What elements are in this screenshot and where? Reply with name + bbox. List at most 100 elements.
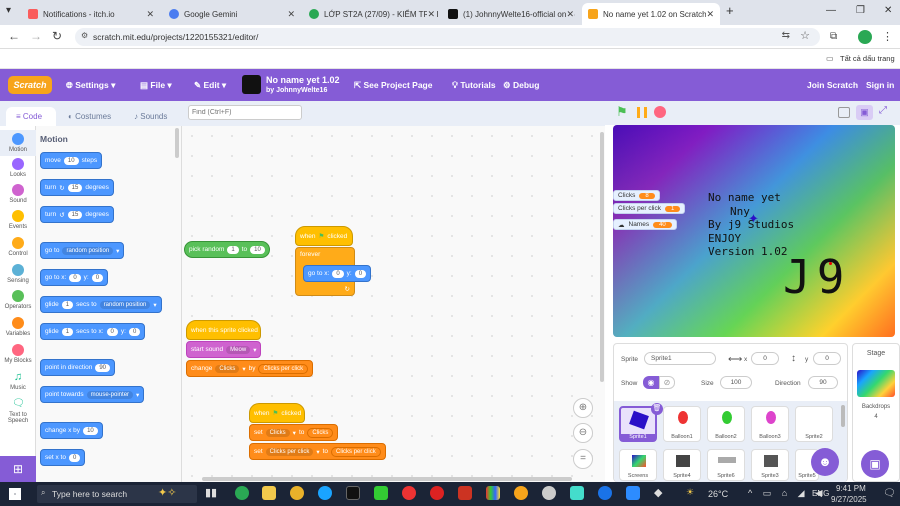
stage-canvas[interactable]: Clicks 8 Clicks per click 1 ☁ Names 40 No na…	[613, 125, 895, 337]
taskbar-chrome-icon[interactable]	[290, 486, 304, 500]
change-x-block[interactable]: change x by 10	[40, 422, 103, 439]
category-variables[interactable]: Variables	[0, 317, 36, 337]
all-bookmarks-link[interactable]: Tất cả dấu trang	[840, 54, 895, 63]
taskbar-app-white-icon[interactable]: ◆	[654, 486, 668, 500]
sprite-thumb-sprite2[interactable]: Sprite2	[795, 406, 833, 442]
clock-time[interactable]: 9:41 PM	[836, 484, 866, 493]
category-my-blocks[interactable]: My Blocks	[0, 344, 36, 364]
turn-right-block[interactable]: turn ↻ 15 degrees	[40, 179, 114, 196]
sprite-name-input[interactable]: Sprite1	[644, 352, 716, 365]
taskbar-app-yellow-icon[interactable]	[514, 486, 528, 500]
sprite-thumb-sprite6[interactable]: Sprite6	[707, 449, 745, 481]
glide-to-block[interactable]: glide 1 secs to random position ▾	[40, 296, 162, 313]
opera-icon[interactable]	[430, 486, 444, 500]
sprite-thumb-sprite1[interactable]: Sprite1 🗑︎	[619, 403, 663, 442]
set-x-block[interactable]: set x to 0	[40, 449, 86, 466]
taskbar-app-teal-icon[interactable]	[570, 486, 584, 500]
zoom-out-button[interactable]: ⊖	[573, 423, 593, 443]
project-author[interactable]: by JohnnyWelte16	[266, 87, 327, 94]
show-sprite-eye-icon[interactable]: ◉	[643, 376, 659, 389]
back-icon[interactable]: ←	[8, 29, 20, 43]
browser-tab-classroom[interactable]: LỚP ST2A (27/09) - KIỂM TRA I ✕	[303, 3, 441, 25]
browser-tab-github[interactable]: (1) JohnnyWelte16-official on G ✕	[442, 3, 580, 25]
taskbar-app-blue-icon[interactable]	[626, 486, 640, 500]
choose-backdrop-button[interactable]: ▣	[861, 450, 889, 478]
sign-in-link[interactable]: Sign in	[866, 69, 894, 101]
reload-icon[interactable]: ↻	[52, 29, 62, 43]
sprite-thumb-balloon2[interactable]: Balloon2	[707, 406, 745, 442]
taskbar-app-orange-icon[interactable]	[458, 486, 472, 500]
browser-menu-icon[interactable]: ⋮	[882, 30, 893, 43]
close-icon[interactable]: ✕	[566, 8, 574, 20]
tab-costumes[interactable]: ◐ Costumes	[58, 107, 124, 126]
forward-icon[interactable]: →	[30, 29, 42, 43]
small-stage-icon[interactable]	[838, 107, 850, 118]
when-flag-clicked-hat[interactable]: when ⚑ clicked	[295, 226, 353, 246]
minimize-icon[interactable]: —	[826, 5, 836, 16]
close-icon[interactable]: ✕	[427, 8, 435, 20]
sprite-thumb-balloon3[interactable]: Balloon3	[751, 406, 789, 442]
category-music[interactable]: ♫ Music	[0, 371, 36, 391]
turn-left-block[interactable]: turn ↺ 15 degrees	[40, 206, 114, 223]
debug-button[interactable]: ⚙ Debug	[503, 69, 539, 101]
start-sound-block[interactable]: start sound Meow ▾	[186, 341, 262, 358]
task-view-icon[interactable]: ▮▮	[205, 486, 219, 500]
close-icon[interactable]: ✕	[706, 8, 714, 20]
file-menu[interactable]: ▤ File ▾	[140, 69, 172, 101]
join-scratch-link[interactable]: Join Scratch	[807, 69, 858, 101]
sprite-thumb-screens[interactable]: Screens	[619, 449, 657, 481]
tab-sounds[interactable]: ♪ Sounds	[124, 107, 182, 126]
monitor-clicks[interactable]: Clicks 8	[613, 190, 660, 201]
zalo-icon[interactable]	[598, 486, 612, 500]
sprite-thumb-balloon1[interactable]: Balloon1	[663, 406, 701, 442]
browser-tab-scratch[interactable]: No name yet 1.02 on Scratch ✕	[582, 3, 720, 25]
sprite-thumb-sprite4[interactable]: Sprite4	[663, 449, 701, 481]
go-to-xy-block[interactable]: go to x: 0 y: 0	[40, 269, 109, 286]
taskbar-app-red-icon[interactable]	[402, 486, 416, 500]
delete-sprite-icon[interactable]: 🗑︎	[651, 403, 663, 415]
add-extension-button[interactable]: ⊞	[0, 456, 36, 482]
translate-icon[interactable]: ⇆	[782, 30, 790, 41]
taskbar-chrome-profile-icon[interactable]	[318, 486, 332, 500]
palette-scrollbar[interactable]	[175, 128, 179, 158]
scratch-logo[interactable]: Scratch	[8, 76, 52, 94]
monitor-clicks-per-click[interactable]: Clicks per click 1	[613, 203, 686, 214]
large-stage-icon[interactable]: ▣	[856, 105, 873, 120]
zoom-in-button[interactable]: ⊕	[573, 398, 593, 418]
taskbar-app-grid-icon[interactable]	[486, 486, 500, 500]
set-clicks-per-click-block[interactable]: set Clicks per click ▾ to Clicks per click	[249, 443, 386, 460]
workspace-vertical-scrollbar[interactable]	[600, 132, 604, 382]
terminal-icon[interactable]	[346, 486, 360, 500]
weather-temp[interactable]: 26°C	[708, 489, 728, 499]
settings-menu[interactable]: 🌐︎ Settings ▾	[66, 69, 115, 101]
pause-icon[interactable]	[637, 107, 647, 118]
extensions-icon[interactable]: ⧉	[830, 31, 837, 42]
close-icon[interactable]: ✕	[287, 9, 295, 20]
tab-menu-icon[interactable]: ▾	[6, 5, 11, 16]
monitor-names[interactable]: ☁ Names 40	[613, 219, 677, 230]
language-indicator[interactable]: ENG	[812, 489, 829, 498]
stop-icon[interactable]	[654, 106, 666, 118]
tab-code[interactable]: ≡ Code	[6, 107, 56, 126]
when-sprite-clicked-hat[interactable]: when this sprite clicked	[186, 320, 261, 340]
category-text-to-speech[interactable]: 🗨︎ Text to Speech	[0, 398, 36, 424]
fullscreen-icon[interactable]: ⤢	[879, 105, 887, 116]
category-looks[interactable]: Looks	[0, 158, 36, 178]
pick-random-block[interactable]: pick random 1 to 10	[184, 241, 270, 258]
change-variable-block[interactable]: change Clicks ▾ by Clicks per click	[186, 360, 314, 377]
project-title[interactable]: No name yet 1.02	[266, 75, 340, 85]
url-field[interactable]: ⚙ scratch.mit.edu/projects/1220155321/ed…	[75, 28, 820, 46]
browser-tab-gemini[interactable]: Google Gemini ✕	[163, 3, 301, 25]
file-explorer-icon[interactable]	[262, 486, 276, 500]
choose-sprite-button[interactable]: ☻	[811, 448, 839, 476]
find-input[interactable]	[188, 105, 302, 120]
green-flag-icon[interactable]: ⚑	[616, 104, 628, 120]
go-to-xy-block-s1[interactable]: go to x: 0 y: 0	[303, 265, 372, 282]
workspace-horizontal-scrollbar[interactable]	[202, 477, 572, 481]
go-to-block[interactable]: go to random position ▾	[40, 242, 125, 259]
close-icon[interactable]: ✕	[146, 9, 154, 20]
clock-date[interactable]: 9/27/2025	[831, 495, 867, 504]
site-info-icon[interactable]: ⚙	[81, 31, 88, 40]
sprite-direction-input[interactable]: 90	[808, 376, 838, 389]
glide-to-xy-block[interactable]: glide 1 secs to x: 0 y: 0	[40, 323, 146, 340]
